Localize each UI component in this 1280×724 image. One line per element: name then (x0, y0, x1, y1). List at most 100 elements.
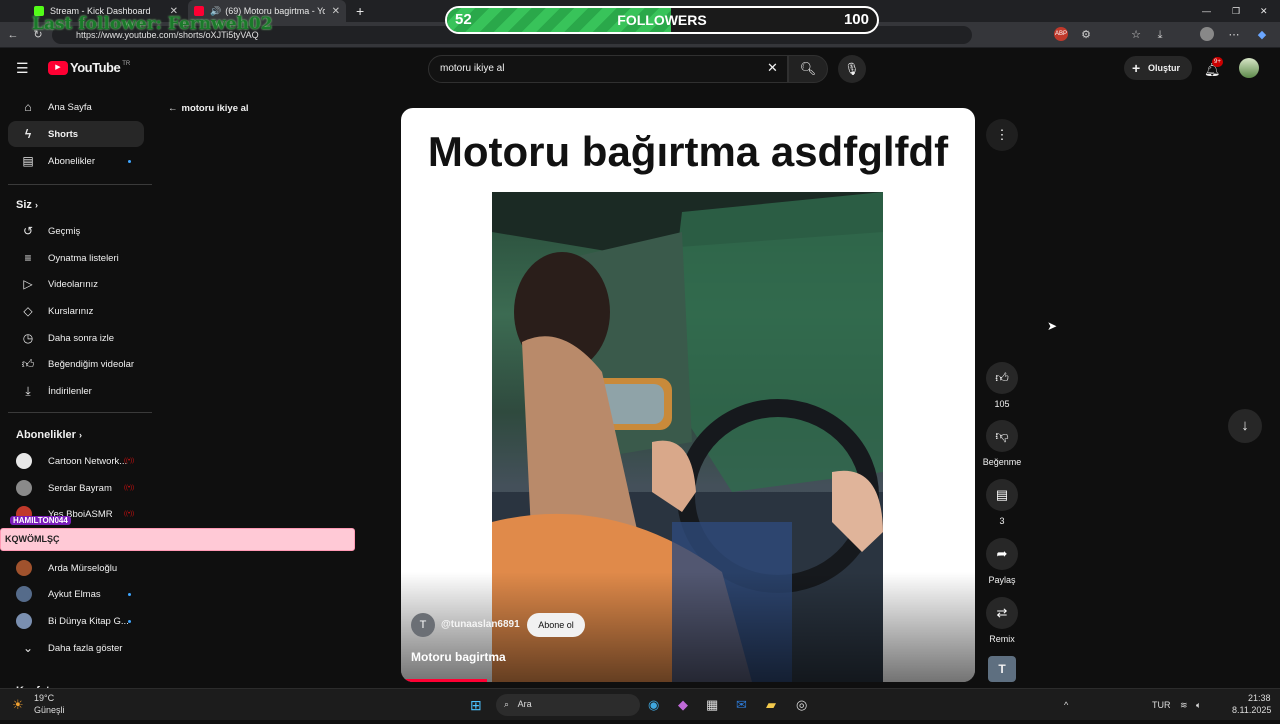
chat-message: KQWÖMLŞÇ (5, 534, 60, 544)
notifications-badge: 9+ (1212, 57, 1223, 67)
sidebar-item-label: Shorts (48, 128, 79, 140)
language-indicator[interactable]: TUR (1152, 695, 1171, 715)
weather-condition[interactable]: Güneşli (34, 704, 65, 724)
next-video-button[interactable]: ↓ (1228, 409, 1262, 443)
section-title: Siz (16, 199, 32, 211)
extensions-icon[interactable]: ⚙ (1078, 27, 1094, 43)
last-follower-text: Last follower: Fernweh02 (32, 14, 273, 34)
taskbar-search[interactable]: ⌕ Ara (496, 694, 640, 716)
menu-icon[interactable]: ☰ (16, 60, 29, 77)
back-link[interactable]: ← motoru ikiye al (168, 103, 249, 114)
download-icon[interactable]: ⤓ (1152, 27, 1168, 43)
voice-search-button[interactable]: 🎙︎ (838, 55, 866, 83)
sidebar-item-history[interactable]: ↺ Geçmiş (8, 218, 144, 244)
account-avatar[interactable] (1239, 58, 1259, 78)
subscription-item[interactable]: Bi Dünya Kitap G... (8, 608, 144, 634)
sidebar-item-downloads[interactable]: ⤓ İndirilenler (8, 378, 144, 404)
search-input[interactable]: motoru ikiye al (428, 55, 788, 83)
sidebar-item-your-videos[interactable]: ▷ Videolarınız (8, 271, 144, 297)
sidebar-item-label: İndirilenler (48, 385, 92, 397)
subscription-label: Aykut Elmas (48, 588, 101, 600)
notifications-button[interactable]: 🔔︎ 9+ (1204, 57, 1223, 79)
copilot-app-icon[interactable]: ◆ (678, 695, 688, 715)
maximize-icon[interactable]: ❐ (1226, 0, 1246, 22)
downloads-icon: ⤓ (25, 383, 31, 398)
thumbs-down-icon: 👎︎ (986, 420, 1018, 452)
sidebar-item-subscriptions[interactable]: ▤ Abonelikler (8, 148, 144, 174)
new-content-dot (128, 620, 131, 623)
youtube-logo[interactable]: ▶ YouTube TR (48, 60, 130, 75)
followers-label: FOLLOWERS (617, 12, 707, 28)
copilot-icon[interactable]: ◆ (1254, 27, 1270, 43)
chevron-right-icon: › (78, 430, 82, 440)
show-more-button[interactable]: ⌄ Daha fazla göster (8, 635, 144, 661)
sidebar-item-label: Videolarınız (48, 278, 98, 290)
followers-goal: 100 (843, 11, 869, 28)
wifi-icon[interactable]: ≋ (1180, 695, 1188, 715)
subscription-item[interactable]: Aykut Elmas (8, 581, 144, 607)
obs-icon[interactable]: ◎ (796, 695, 807, 715)
dislike-label: Beğenme (982, 457, 1022, 467)
playback-progress-bar[interactable] (401, 679, 488, 682)
new-tab-button[interactable]: + (350, 0, 370, 22)
sidebar-item-home[interactable]: ⌂ Ana Sayfa (8, 94, 144, 120)
home-icon: ⌂ (24, 100, 32, 114)
clear-search-icon[interactable]: ✕ (767, 60, 778, 76)
windows-start-icon[interactable]: ⊞ (470, 695, 482, 715)
sidebar-item-shorts[interactable]: ϟ Shorts (8, 121, 144, 147)
share-button[interactable]: ➦ Paylaş (986, 538, 1018, 585)
close-tab-icon[interactable]: ✕ (332, 6, 340, 17)
sidebar-item-label: Ana Sayfa (48, 101, 92, 113)
chat-username: HAMILTON044 (10, 516, 71, 525)
channel-avatar[interactable]: T (411, 613, 435, 637)
subscription-item[interactable]: Arda Mürseloğlu (8, 555, 144, 581)
edge-icon[interactable]: ◉ (648, 695, 659, 715)
region-label: TR (122, 60, 131, 67)
outlook-icon[interactable]: ✉ (736, 695, 747, 715)
more-options-button[interactable]: ⋮ (986, 119, 1018, 151)
you-section-header[interactable]: Siz › (16, 199, 38, 211)
tray-chevron-icon[interactable]: ^ (1064, 695, 1068, 715)
live-icon: ((•)) (124, 511, 135, 517)
search-button[interactable]: 🔍︎ (788, 55, 828, 83)
store-icon[interactable]: ▦ (706, 695, 718, 715)
history-icon: ↺ (22, 224, 34, 238)
sidebar-item-liked[interactable]: 👍︎ Beğendiğim videolar (8, 351, 144, 377)
sidebar-item-watch-later[interactable]: ◷ Daha sonra izle (8, 325, 144, 351)
show-more-label: Daha fazla göster (48, 642, 123, 654)
back-icon[interactable]: ← (5, 27, 21, 43)
subscriptions-section-header[interactable]: Abonelikler › (16, 429, 82, 441)
volume-icon[interactable]: 🔈︎ (1196, 695, 1201, 715)
search-icon: 🔍︎ (799, 61, 817, 76)
weather-icon[interactable]: ☀ (12, 695, 24, 715)
sound-avatar-button[interactable]: T (986, 656, 1018, 682)
sidebar-item-courses[interactable]: ◇ Kurslarınız (8, 298, 144, 324)
short-video-player[interactable]: Motoru bağırtma asdfglfdf T @tunaaslan68… (401, 108, 975, 682)
subscriptions-icon: ▤ (22, 154, 34, 168)
like-button[interactable]: 👍︎ 105 (986, 362, 1018, 409)
sidebar-item-playlists[interactable]: ≡ Oynatma listeleri (8, 245, 144, 271)
create-label: Oluştur (1148, 63, 1181, 73)
channel-handle[interactable]: @tunaaslan6891 (441, 619, 520, 630)
your-videos-icon: ▷ (23, 277, 33, 291)
video-caption[interactable]: Motoru bagirtma (411, 650, 506, 664)
create-button[interactable]: + Oluştur (1124, 56, 1192, 80)
close-window-icon[interactable]: ✕ (1254, 0, 1274, 22)
divider (8, 184, 152, 185)
minimize-icon[interactable]: — (1196, 0, 1217, 22)
subscribe-button[interactable]: Abone ol (527, 613, 585, 637)
comments-button[interactable]: ▤ 3 (986, 479, 1018, 526)
chevron-down-icon: ⌄ (22, 641, 34, 655)
profile-icon[interactable] (1200, 27, 1214, 41)
back-label: motoru ikiye al (181, 103, 249, 114)
dislike-button[interactable]: 👎︎ Beğenme (980, 420, 1024, 467)
file-explorer-icon[interactable]: ▰ (766, 695, 776, 715)
remix-label: Remix (989, 634, 1015, 644)
remix-button[interactable]: ⇄ Remix (986, 597, 1018, 644)
avatar (16, 453, 32, 469)
clock-date[interactable]: 8.11.2025 (1232, 704, 1271, 724)
more-icon[interactable]: ⋯ (1226, 27, 1242, 43)
adblock-icon[interactable]: ABP (1054, 27, 1068, 41)
search-icon: ⌕ (504, 699, 510, 709)
favorites-icon[interactable]: ☆ (1128, 27, 1144, 43)
